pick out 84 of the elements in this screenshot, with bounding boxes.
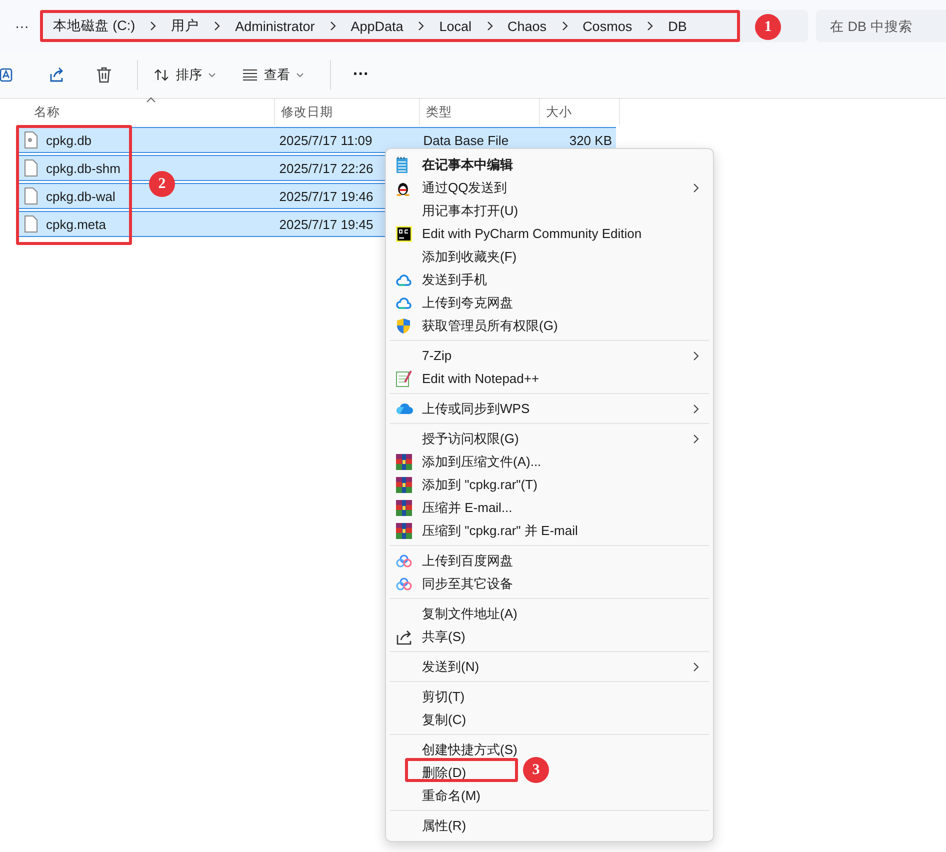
menu-item[interactable]: 上传到夸克网盘 [422,294,513,312]
menu-item[interactable]: 发送到手机 [422,270,487,288]
menu-item[interactable]: 属性(R) [422,816,466,834]
menu-item[interactable]: 复制文件地址(A) [422,604,518,622]
menu-item[interactable]: 删除(D) [422,764,466,782]
trash-icon[interactable] [96,66,112,84]
breadcrumb[interactable]: DB [668,18,687,34]
chevron-icon [417,21,426,31]
file-size: 320 KB [569,132,612,148]
file-name: cpkg.db [46,132,92,148]
menu-item[interactable]: 上传到百度网盘 [422,552,513,570]
search-field[interactable]: 在 DB 中搜索 [816,10,946,42]
sort-button[interactable]: 排序 [146,62,224,88]
file-icon [24,187,38,205]
menu-item[interactable]: 共享(S) [422,628,466,646]
column-header[interactable]: 名称 [16,99,275,125]
notepad-icon [396,156,408,172]
menu-item[interactable]: 复制(C) [422,710,466,728]
modified-date: 2025/7/17 11:09 [279,132,372,148]
chevron-icon [213,21,222,31]
file-name: cpkg.meta [46,216,106,232]
view-button[interactable]: 查看 [234,62,312,88]
archive-icon [396,454,412,470]
more-button[interactable]: ··· [8,10,36,42]
rename-icon[interactable] [0,66,14,84]
archive-icon [396,476,412,492]
menu-item[interactable]: 添加到 "cpkg.rar"(T) [422,476,538,494]
shield-icon [396,318,411,334]
sort-caret-icon [146,97,156,103]
menu-item[interactable]: 7-Zip [422,348,452,363]
file-icon [24,131,38,149]
file-icon [24,215,38,233]
menu-item[interactable]: 重命名(M) [422,786,480,804]
menu-item[interactable]: 获取管理员所有权限(G) [422,316,558,334]
cloud-icon [396,296,412,310]
share-icon [396,628,414,644]
menu-item[interactable]: 授予访问权限(G) [422,430,519,448]
cloud-icon [396,554,412,568]
caret-icon [296,72,304,78]
archive-icon [396,522,412,538]
column-header[interactable]: 类型 [420,99,540,125]
menu-item[interactable]: 上传或同步到WPS [422,400,530,418]
caret-icon [208,72,216,78]
menu-item[interactable]: 添加到压缩文件(A)... [422,452,542,470]
breadcrumb[interactable]: 本地磁盘 (C:) [52,17,136,35]
file-type: Data Base File [423,132,509,148]
breadcrumb[interactable]: Cosmos [582,18,632,34]
chevron-icon [560,21,569,31]
sort-icon [154,68,170,82]
column-header[interactable]: 大小 [540,99,620,125]
column-header[interactable]: 修改日期 [275,99,420,125]
breadcrumb[interactable]: AppData [350,18,404,34]
breadcrumb[interactable]: Chaos [508,18,547,34]
menu-item[interactable]: 压缩到 "cpkg.rar" 并 E-mail [422,522,578,540]
chevron-icon [328,21,337,31]
menu-item[interactable]: 发送到(N) [422,658,480,676]
notepad-pencil-icon [396,370,412,387]
breadcrumb[interactable]: Local [439,18,472,34]
breadcrumb[interactable]: Administrator [235,18,315,34]
cloud-icon [396,272,412,286]
menu-item[interactable]: 剪切(T) [422,688,465,706]
file-name: cpkg.db-shm [46,160,120,176]
menu-item[interactable]: 创建快捷方式(S) [422,740,518,758]
chevron-icon [486,21,494,31]
list-icon [242,69,258,81]
modified-date: 2025/7/17 22:26 [279,160,374,176]
more-button[interactable]: ··· [345,66,377,84]
menu-item[interactable]: 同步至其它设备 [422,574,513,592]
modified-date: 2025/7/17 19:46 [279,188,374,204]
modified-date: 2025/7/17 19:45 [279,216,374,232]
cloud-icon [396,576,412,590]
menu-item[interactable]: 添加到收藏夹(F) [422,248,517,266]
menu-item[interactable]: 压缩并 E-mail... [422,498,512,516]
pycharm-icon [396,226,412,242]
file-row[interactable]: cpkg.db 2025/7/17 11:09 Data Base File 320 KB [16,127,616,153]
breadcrumb[interactable]: 用户 [171,17,200,35]
file-name: cpkg.db-wal [46,188,116,204]
chevron-icon [149,21,158,31]
cloud-icon [396,402,414,414]
chevron-icon [646,21,654,31]
menu-item[interactable]: Edit with Notepad++ [422,371,540,386]
archive-icon [396,500,412,516]
file-icon [24,159,38,177]
menu-item[interactable]: 在记事本中编辑 [422,156,513,174]
